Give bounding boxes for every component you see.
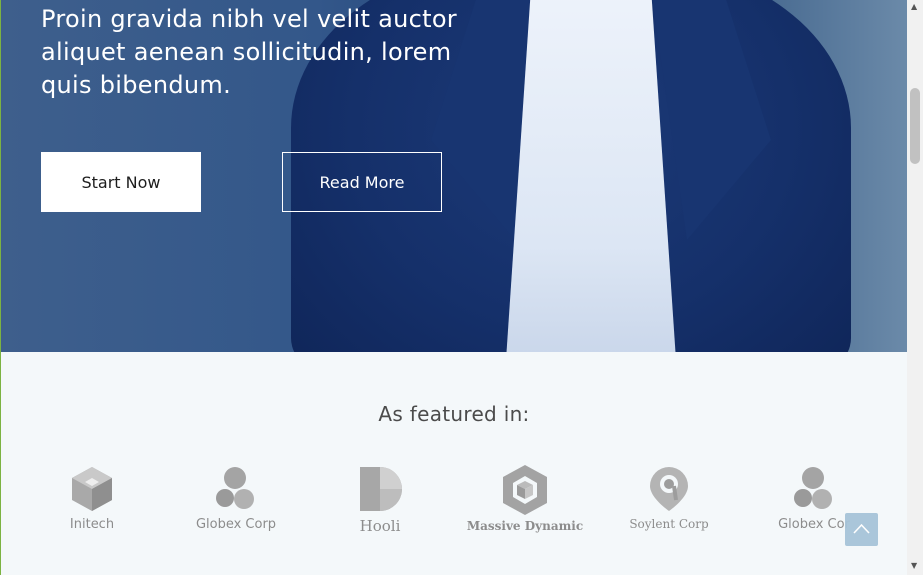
logo-label: Massive Dynamic xyxy=(466,519,584,533)
massive-dynamic-hexagon-icon xyxy=(503,465,547,515)
globex-circles-icon xyxy=(794,467,832,509)
read-more-button[interactable]: Read More xyxy=(282,152,442,212)
logo-label: Initech xyxy=(69,517,115,532)
vertical-scrollbar[interactable]: ▲ ▼ xyxy=(907,0,923,575)
hero-section: Proin gravida nibh vel velit auctor aliq… xyxy=(1,0,907,352)
start-now-button[interactable]: Start Now xyxy=(41,152,201,212)
initech-cube-icon xyxy=(72,467,112,511)
logo-soylent-corp: Soylent Corp xyxy=(609,464,729,544)
logo-hooli: Hooli xyxy=(320,464,440,544)
logo-massive-dynamic: Massive Dynamic xyxy=(465,464,585,544)
globex-circles-icon xyxy=(216,467,254,509)
scroll-up-arrow-icon[interactable]: ▲ xyxy=(911,3,917,11)
chevron-up-icon xyxy=(853,523,870,534)
logo-label: Globex Corp xyxy=(195,517,277,532)
logo-initech: Initech xyxy=(32,464,152,544)
soylent-pin-icon xyxy=(650,467,688,511)
logo-label: Soylent Corp xyxy=(629,517,709,531)
hooli-leaf-icon xyxy=(360,467,402,511)
hero-shirt xyxy=(506,0,676,352)
logo-globex-corp: Globex Corp xyxy=(176,464,296,544)
logo-label: Hooli xyxy=(359,517,401,535)
featured-section: As featured in: Initech Globex Corp Hool… xyxy=(1,352,907,575)
hero-tagline: Proin gravida nibh vel velit auctor aliq… xyxy=(41,5,457,99)
scroll-down-arrow-icon[interactable]: ▼ xyxy=(911,562,917,570)
featured-title: As featured in: xyxy=(378,402,530,426)
back-to-top-button[interactable] xyxy=(845,513,878,546)
scrollbar-thumb[interactable] xyxy=(910,88,920,164)
